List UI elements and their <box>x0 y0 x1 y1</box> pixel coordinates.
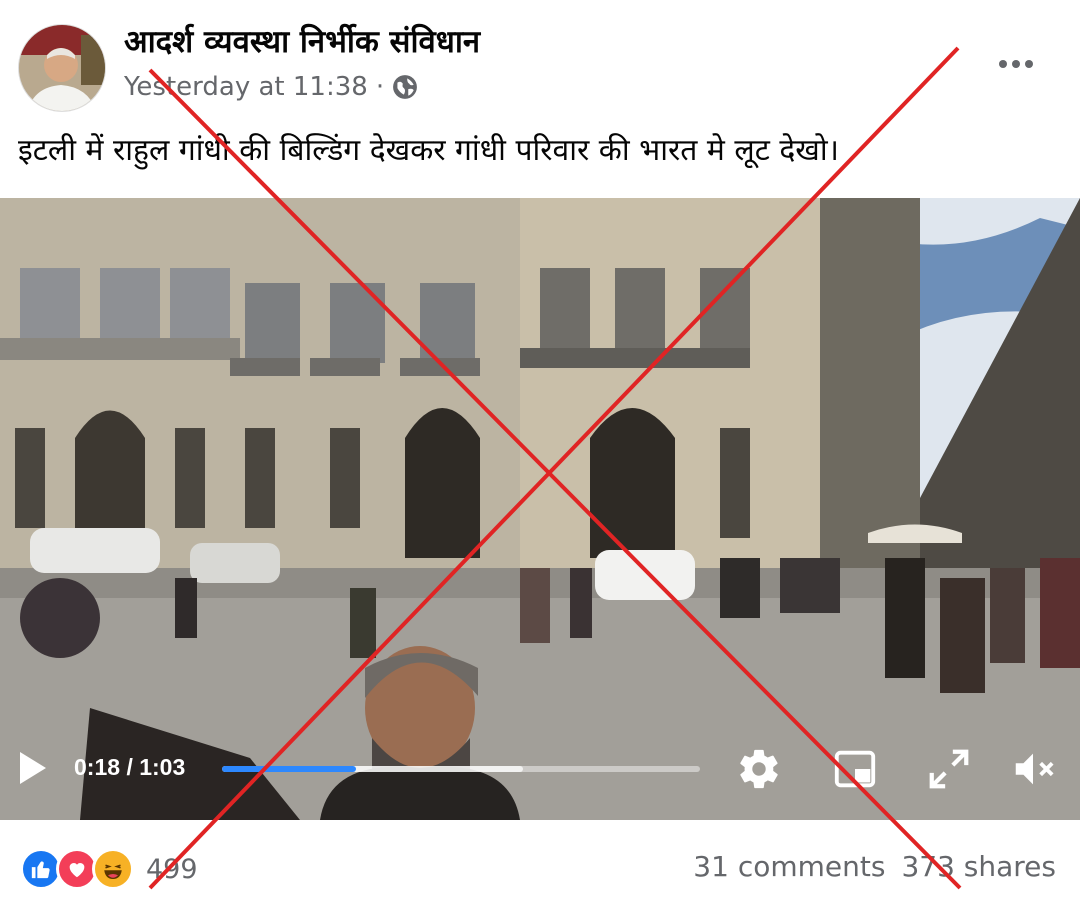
comments-count[interactable]: 31 comments <box>693 850 885 883</box>
settings-gear-icon[interactable] <box>736 746 782 792</box>
avatar[interactable] <box>18 24 106 112</box>
picture-in-picture-icon[interactable] <box>832 746 878 792</box>
video-player[interactable]: 0:18 / 1:03 <box>0 198 1080 820</box>
post-meta: Yesterday at 11:38 · <box>124 72 418 102</box>
more-dot <box>1012 60 1020 68</box>
post-stats: 31 comments 373 shares <box>693 850 1056 883</box>
avatar-photo <box>19 25 105 111</box>
timestamp[interactable]: Yesterday at 11:38 <box>124 72 368 102</box>
reaction-count[interactable]: 499 <box>146 854 198 885</box>
meta-separator: · <box>375 72 385 102</box>
haha-icon <box>92 848 134 890</box>
facebook-post: आदर्श व्यवस्था निर्भीक संविधान Yesterday… <box>0 0 1080 900</box>
played-bar <box>222 766 356 772</box>
more-options-button[interactable] <box>996 44 1036 84</box>
author-name[interactable]: आदर्श व्यवस्था निर्भीक संविधान <box>124 20 480 62</box>
time-separator: / <box>126 754 133 780</box>
shares-count[interactable]: 373 shares <box>901 850 1056 883</box>
play-icon[interactable] <box>12 748 52 788</box>
fullscreen-icon[interactable] <box>926 746 972 792</box>
current-time: 0:18 <box>74 754 121 780</box>
video-time: 0:18 / 1:03 <box>74 754 185 781</box>
reaction-summary[interactable]: 499 <box>20 848 198 890</box>
more-dot <box>1025 60 1033 68</box>
more-horizontal-icon <box>999 60 1007 68</box>
post-caption: इटली में राहुल गांधी की बिल्डिंग देखकर ग… <box>18 133 839 168</box>
progress-bar[interactable] <box>222 766 700 772</box>
globe-icon <box>393 75 417 99</box>
volume-muted-icon[interactable] <box>1010 746 1056 792</box>
duration: 1:03 <box>139 754 186 780</box>
video-controls: 0:18 / 1:03 <box>0 720 1080 820</box>
